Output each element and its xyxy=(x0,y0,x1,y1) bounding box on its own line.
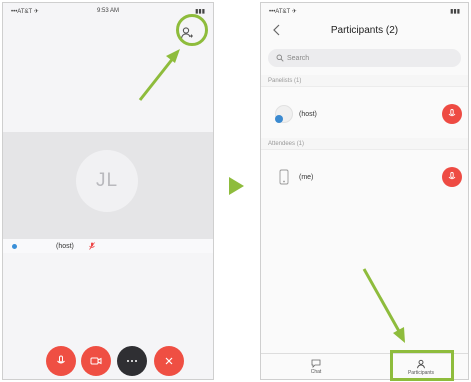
annotation-arrows xyxy=(138,49,405,343)
arrowhead-1-icon xyxy=(166,49,180,63)
pointer-arrow-2 xyxy=(362,268,402,334)
pointer-arrow-1 xyxy=(138,56,176,101)
tutorial-canvas: •••AT&T ✈ 9:53 AM ▮▮▮ JL (host) •••AT&T … xyxy=(0,0,471,382)
